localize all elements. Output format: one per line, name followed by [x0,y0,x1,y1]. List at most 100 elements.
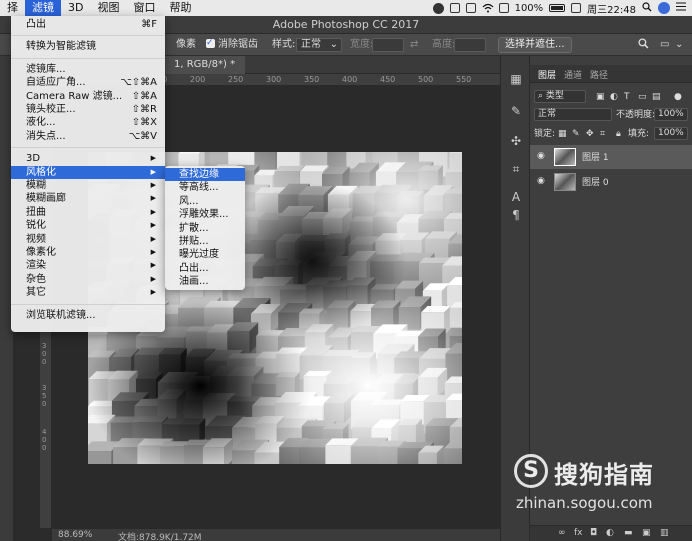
new-layer-icon[interactable]: ▣ [642,528,651,538]
height-input[interactable] [454,38,486,52]
filter-menu-item[interactable]: 3D ▶ [11,152,165,165]
menu-list-icon[interactable] [676,2,686,14]
document-info[interactable]: 文档:878.9K/1.72M [118,530,202,541]
layer-kind-select[interactable]: ⌕ 类型 [534,90,586,103]
filter-menu-item[interactable]: 其它 ▶ [11,286,165,299]
wechat-icon[interactable] [465,3,476,13]
filter-menu-item[interactable]: 模糊 ▶ [11,179,165,192]
lock-label: 锁定: [534,129,556,139]
stylize-menu-item[interactable]: 风... [165,195,245,208]
style-select[interactable]: 正常 ⌄ [296,38,342,52]
brush-icon[interactable]: ✎ [509,104,523,118]
filter-menu-item[interactable]: 消失点... ⌥⌘V [11,130,165,143]
mask-icon[interactable]: ◘ [590,528,597,538]
record-icon[interactable] [432,2,444,14]
lock-pixels-icon[interactable]: ▦ [558,127,567,141]
type-filter-icon[interactable]: T [624,90,630,104]
select-and-mask-button[interactable]: 选择并遮住... [498,37,572,53]
stylize-menu-item[interactable]: 曝光过度 [165,248,245,261]
folder-icon[interactable]: ▬ [624,528,633,538]
menu-item-label: 转换为智能滤镜 [26,41,96,53]
crop-icon[interactable]: ⌗ [509,162,523,176]
tab-paths[interactable]: 路径 [590,68,608,81]
tab-channels[interactable]: 通道 [564,68,582,81]
siri-icon[interactable] [658,2,670,14]
layer-row[interactable]: ◉ 图层 1 [530,145,692,169]
link-layers-icon[interactable]: ∞ [558,528,566,538]
filter-menu-item[interactable]: 像素化 ▶ [11,246,165,259]
watermark: S 搜狗指南 zhinan.sogou.com [510,452,680,512]
blend-mode-select[interactable]: 正常 [534,108,612,121]
menu-3d[interactable]: 3D [61,0,90,16]
layer-row[interactable]: ◉ 图层 0 [530,170,692,194]
tab-layers[interactable]: 图层 [538,68,556,81]
stylize-menu-item[interactable]: 凸出... [165,262,245,275]
zoom-level[interactable]: 88.69% [58,530,92,540]
search-icon[interactable] [642,1,652,15]
fill-input[interactable]: 100% [654,127,688,140]
lock-all-icon[interactable]: 🔒︎ [616,127,621,141]
fx-icon[interactable]: fx [574,528,583,538]
menu-filter[interactable]: 滤镜 [25,0,61,16]
adjust-filter-icon[interactable]: ◐ [610,90,618,104]
input-method-icon[interactable] [571,3,582,13]
shape-filter-icon[interactable]: ▭ [638,90,647,104]
lock-move-icon[interactable]: ✥ [586,127,594,141]
menu-window[interactable]: 窗口 [126,0,162,16]
stylize-menu-item[interactable]: 拼贴... [165,235,245,248]
airplay-icon[interactable] [498,3,509,13]
filter-menu-item[interactable]: 自适应广角... ⌥⇧⌘A [11,76,165,89]
document-tab[interactable]: 1, RGB/8*) * [164,56,246,74]
filter-menu-item[interactable]: 风格化 ▶ [11,165,165,179]
filter-toggle-icon[interactable]: ● [674,90,682,104]
screen-icon[interactable] [449,3,460,13]
menu-view[interactable]: 视图 [90,0,126,16]
lock-paint-icon[interactable]: ✎ [572,127,580,141]
filter-menu-item[interactable]: 模糊画廊 ▶ [11,192,165,205]
trash-icon[interactable]: ▥ [660,528,669,538]
paragraph-icon[interactable]: ¶ [509,208,523,222]
wifi-icon[interactable] [482,3,494,14]
filter-menu-item[interactable]: 锐化 ▶ [11,219,165,232]
filter-menu-item[interactable]: 液化... ⇧⌘X [11,116,165,129]
clock[interactable]: 周三22:48 [587,1,636,16]
menu-select[interactable]: 择 [0,0,25,16]
puzzle-icon[interactable]: ✣ [509,134,523,148]
stylize-menu-item[interactable]: 油画... [165,275,245,288]
workspace-icon[interactable]: ▭ [660,38,669,52]
filter-menu-item[interactable]: 镜头校正... ⇧⌘R [11,103,165,116]
lock-artboard-icon[interactable]: ⌗ [600,127,605,141]
properties-icon[interactable]: ▦ [509,72,523,86]
filter-menu-item[interactable]: 浏览联机滤镜... [11,309,165,322]
smart-filter-icon[interactable]: ▤ [652,90,661,104]
character-icon[interactable]: A [509,190,523,204]
menu-help[interactable]: 帮助 [162,0,198,16]
filter-menu-item[interactable]: 凸出 ⌘F [11,18,165,31]
chevron-down-icon[interactable]: ⌄ [675,38,683,52]
width-input[interactable] [372,38,404,52]
adjustment-icon[interactable]: ◐ [606,528,614,538]
filter-menu-item[interactable]: 视频 ▶ [11,233,165,246]
stylize-submenu: 查找边缘 等高线... 风... 浮雕效果... 扩散... 拼贴... 曝光过度 凸出...… [165,166,245,290]
filter-menu-item[interactable]: 渲染 ▶ [11,259,165,272]
swap-icon[interactable]: ⇄ [410,38,418,52]
battery-icon[interactable] [549,4,566,12]
stylize-menu-item[interactable]: 等高线... [165,181,245,194]
filter-menu-item[interactable]: Camera Raw 滤镜... ⇧⌘A [11,90,165,103]
layer-thumbnail [554,173,576,191]
menu-item-label: 渲染 [26,260,46,272]
layer-filter-row: ⌕ 类型 ▣ ◐ T ▭ ▤ ● [534,90,688,104]
filter-menu-item[interactable]: 滤镜库... [11,63,165,76]
stylize-menu-item[interactable]: 浮雕效果... [165,208,245,221]
filter-menu-item[interactable]: 扭曲 ▶ [11,206,165,219]
opacity-input[interactable]: 100% [654,108,688,121]
antialias-checkbox[interactable]: 消除锯齿 [206,36,258,52]
eye-icon[interactable]: ◉ [537,177,547,186]
filter-menu-item[interactable]: 杂色 ▶ [11,273,165,286]
eye-icon[interactable]: ◉ [537,152,547,161]
search-icon[interactable] [638,38,649,52]
stylize-menu-item[interactable]: 查找边缘 [165,168,245,181]
pixel-filter-icon[interactable]: ▣ [596,90,605,104]
stylize-menu-item[interactable]: 扩散... [165,222,245,235]
filter-menu-item[interactable]: 转换为智能滤镜 [11,40,165,53]
